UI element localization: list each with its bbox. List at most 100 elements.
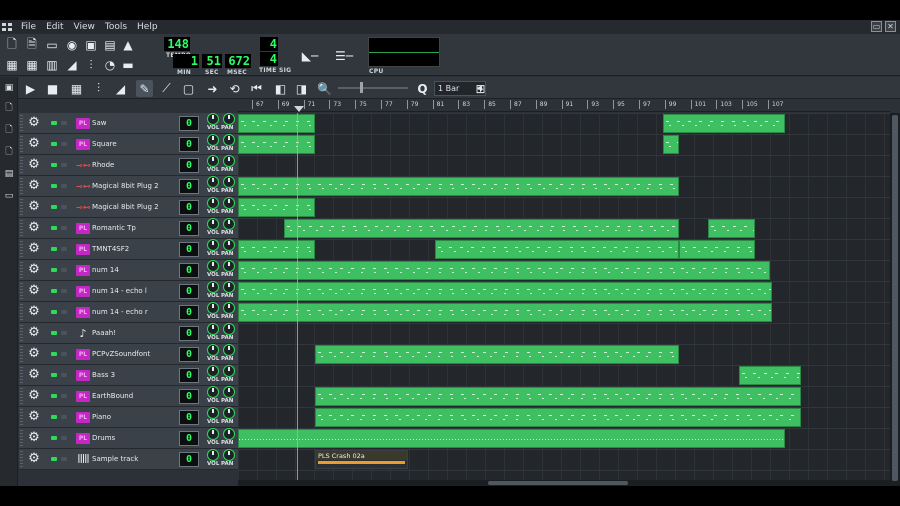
gear-icon[interactable]: ⚙ — [27, 242, 41, 256]
track-grip-handle[interactable] — [20, 409, 23, 425]
zoom-fit-icon[interactable]: ◧ — [272, 80, 289, 97]
mute-toggle[interactable] — [51, 373, 57, 377]
pattern-clip[interactable] — [315, 387, 801, 406]
track-name[interactable]: Saw — [92, 116, 176, 131]
pattern-clip[interactable] — [284, 219, 679, 238]
track-row[interactable]: ⚙ ⊸⊷ Rhode 0 VOL PAN — [19, 155, 238, 176]
gear-icon[interactable]: ⚙ — [27, 431, 41, 445]
gear-icon[interactable]: ⚙ — [27, 452, 41, 466]
time-min-display[interactable]: 1 — [173, 54, 199, 68]
gear-icon[interactable]: ⚙ — [27, 221, 41, 235]
gear-icon[interactable]: ⚙ — [27, 410, 41, 424]
solo-toggle[interactable] — [61, 247, 67, 251]
pattern-clip[interactable] — [238, 303, 772, 322]
track-name[interactable]: Magical 8bit Plug 2 — [92, 200, 176, 215]
pattern-clip[interactable] — [238, 261, 770, 280]
mute-toggle[interactable] — [51, 247, 57, 251]
solo-toggle[interactable] — [61, 436, 67, 440]
pattern-clip[interactable] — [238, 177, 679, 196]
track-row[interactable]: ⚙ PL Saw 0 VOL PAN — [19, 113, 238, 134]
track-grip-handle[interactable] — [20, 283, 23, 299]
restore-window-button[interactable]: ▭ — [871, 21, 882, 32]
time-sec-display[interactable]: 51 — [202, 54, 222, 68]
track-row[interactable]: ⚙ PL Bass 3 0 VOL PAN — [19, 365, 238, 386]
select-mode-icon[interactable]: ▢ — [180, 80, 197, 97]
pattern-clip[interactable] — [679, 240, 755, 259]
pan-knob[interactable] — [223, 197, 235, 209]
time-msec-display[interactable]: 672 — [225, 54, 251, 68]
menu-file[interactable]: File — [16, 22, 41, 32]
mute-toggle[interactable] — [51, 226, 57, 230]
gear-icon[interactable]: ⚙ — [27, 389, 41, 403]
master-volume-slider[interactable]: ◣─ — [296, 48, 324, 64]
pattern-clip[interactable] — [663, 114, 785, 133]
track-name[interactable]: Sample track — [92, 452, 176, 467]
solo-toggle[interactable] — [61, 373, 67, 377]
gear-icon[interactable]: ⚙ — [27, 116, 41, 130]
automation-editor-icon[interactable]: ◢ — [64, 57, 80, 73]
playhead-marker-icon[interactable] — [294, 106, 304, 112]
gear-icon[interactable]: ⚙ — [27, 347, 41, 361]
pan-knob[interactable] — [223, 386, 235, 398]
close-window-button[interactable]: ✕ — [885, 21, 896, 32]
pattern-clip[interactable] — [435, 240, 679, 259]
pattern-clip[interactable] — [238, 114, 315, 133]
track-name[interactable]: Square — [92, 137, 176, 152]
solo-toggle[interactable] — [61, 310, 67, 314]
track-grip-handle[interactable] — [20, 199, 23, 215]
solo-toggle[interactable] — [61, 142, 67, 146]
solo-toggle[interactable] — [61, 331, 67, 335]
auto-scroll-icon[interactable]: ➜ — [204, 80, 221, 97]
track-name[interactable]: num 14 - echo l — [92, 284, 176, 299]
track-name[interactable]: Magical 8bit Plug 2 — [92, 179, 176, 194]
solo-toggle[interactable] — [61, 268, 67, 272]
pan-knob[interactable] — [223, 365, 235, 377]
volume-knob[interactable] — [207, 281, 219, 293]
pattern-clip[interactable] — [238, 135, 315, 154]
track-name[interactable]: PCPvZSoundfont — [92, 347, 176, 362]
track-row[interactable]: ⚙ ||||| Sample track 0 VOL PAN — [19, 449, 238, 470]
volume-knob[interactable] — [207, 365, 219, 377]
track-row[interactable]: ⚙ ♪ Paaah! 0 VOL PAN — [19, 323, 238, 344]
save-project-icon[interactable]: ▣ — [83, 37, 99, 53]
mute-toggle[interactable] — [51, 205, 57, 209]
mute-toggle[interactable] — [51, 352, 57, 356]
track-row[interactable]: ⚙ PL Piano 0 VOL PAN — [19, 407, 238, 428]
track-row[interactable]: ⚙ PL Drums 0 VOL PAN — [19, 428, 238, 449]
volume-knob[interactable] — [207, 218, 219, 230]
sample-clip[interactable]: PLS Crash 02a — [315, 450, 408, 469]
root-directory-icon[interactable]: ▭ — [4, 191, 14, 202]
pan-knob[interactable] — [223, 323, 235, 335]
piano-roll-icon[interactable]: ▥ — [44, 57, 60, 73]
app-menu-icon[interactable] — [2, 23, 12, 31]
gear-icon[interactable]: ⚙ — [27, 179, 41, 193]
beat-bassline-editor-icon[interactable]: ▦ — [24, 57, 40, 73]
song-editor-grid[interactable]: PLS Crash 02a — [238, 113, 890, 486]
volume-knob[interactable] — [207, 239, 219, 251]
track-name[interactable]: Bass 3 — [92, 368, 176, 383]
track-name[interactable]: Rhode — [92, 158, 176, 173]
my-home-icon[interactable]: ▤ — [4, 169, 14, 180]
gear-icon[interactable]: ⚙ — [27, 368, 41, 382]
menu-edit[interactable]: Edit — [41, 22, 68, 32]
volume-knob[interactable] — [207, 386, 219, 398]
solo-toggle[interactable] — [61, 205, 67, 209]
mixer-icon[interactable]: ⫶ — [83, 57, 99, 73]
solo-toggle[interactable] — [61, 415, 67, 419]
track-grip-handle[interactable] — [20, 220, 23, 236]
track-grip-handle[interactable] — [20, 388, 23, 404]
track-name[interactable]: num 14 — [92, 263, 176, 278]
volume-knob[interactable] — [207, 449, 219, 461]
loop-points-icon[interactable]: ⟲ — [226, 80, 243, 97]
pan-knob[interactable] — [223, 449, 235, 461]
mute-toggle[interactable] — [51, 331, 57, 335]
pan-knob[interactable] — [223, 428, 235, 440]
stop-icon[interactable]: ■ — [44, 80, 61, 97]
pan-knob[interactable] — [223, 113, 235, 125]
pan-knob[interactable] — [223, 407, 235, 419]
stop-behaviour-icon[interactable]: ⏮ — [248, 80, 265, 97]
menu-view[interactable]: View — [69, 22, 100, 32]
new-from-template-icon[interactable]: 🗎 — [24, 37, 40, 53]
volume-knob[interactable] — [207, 134, 219, 146]
pattern-clip[interactable] — [238, 240, 315, 259]
